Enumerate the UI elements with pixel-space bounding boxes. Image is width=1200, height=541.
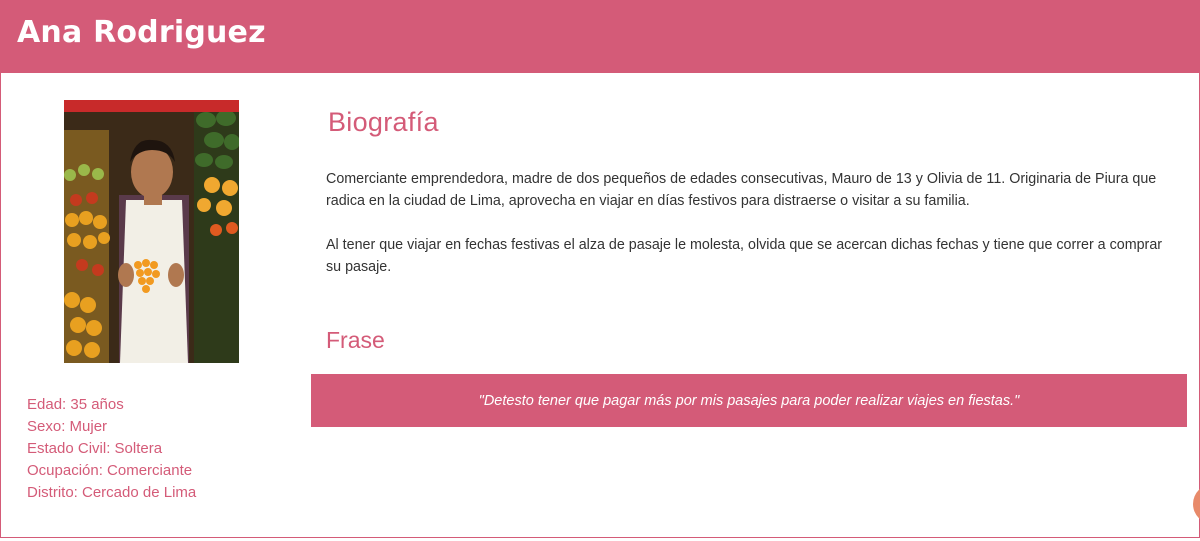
persona-details: Edad: 35 años Sexo: Mujer Estado Civil: … [27,394,287,504]
biography-paragraph: Al tener que viajar en fechas festivas e… [326,237,1163,275]
detail-sex: Sexo: Mujer [27,418,108,435]
persona-photo [64,100,239,363]
detail-district: Distrito: Cercado de Lima [27,484,197,501]
header-bar: Ana Rodriguez [1,1,1199,73]
detail-marital-status: Estado Civil: Soltera [27,440,163,457]
quote-banner: "Detesto tener que pagar más por mis pas… [311,374,1187,427]
biography-paragraph: Comerciante emprendedora, madre de dos p… [326,171,1157,209]
biography-heading: Biografía [328,107,439,137]
quote-text: "Detesto tener que pagar más por mis pas… [478,392,1020,409]
phrase-heading: Frase [326,327,385,353]
detail-age: Edad: 35 años [27,396,124,413]
profile-card: Ana Rodriguez Edad: 35 años Sexo: Mujer … [0,0,1200,538]
persona-name: Ana Rodriguez [17,15,266,50]
detail-occupation: Ocupación: Comerciante [27,462,193,479]
